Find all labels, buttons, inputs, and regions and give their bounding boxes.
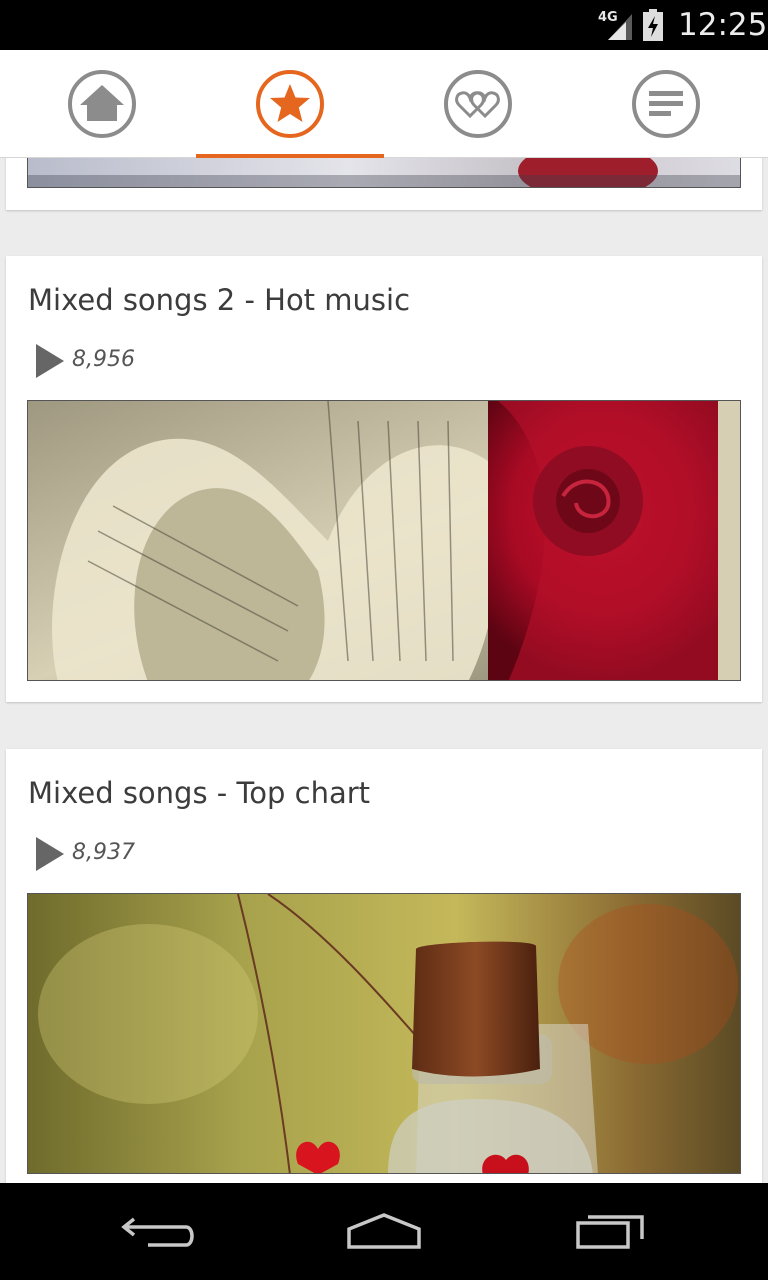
- clock: 12:25: [678, 7, 768, 43]
- playlist-card[interactable]: Mixed songs - Top chart 8,937: [6, 749, 762, 1183]
- play-count: 8,937: [72, 840, 135, 865]
- play-count: 8,956: [72, 347, 135, 372]
- status-bar: 4G 12:25: [0, 0, 768, 50]
- playlist-cover-image: [27, 158, 741, 188]
- star-icon: [256, 70, 324, 138]
- tab-loves[interactable]: [384, 50, 572, 158]
- signal-icon: [608, 14, 632, 40]
- list-icon: [632, 70, 700, 138]
- playlist-title[interactable]: Mixed songs - Top chart: [28, 776, 370, 810]
- play-icon: [36, 344, 64, 378]
- playlist-feed[interactable]: Mixed songs 2 - Hot music 8,956 Mixed so…: [0, 158, 768, 1183]
- home-button[interactable]: [339, 1205, 429, 1255]
- home-outline-icon: [347, 1213, 421, 1249]
- tab-home[interactable]: [8, 50, 196, 158]
- tab-menu[interactable]: [572, 50, 760, 158]
- playlist-card[interactable]: Mixed songs 2 - Hot music 8,956: [6, 256, 762, 702]
- playlist-cover-image[interactable]: [27, 400, 741, 681]
- playlist-cover-image[interactable]: [27, 893, 741, 1174]
- playlist-card-partial[interactable]: [6, 158, 762, 210]
- navigation-bar: [0, 1183, 768, 1280]
- play-icon: [36, 837, 64, 871]
- recents-button[interactable]: [566, 1205, 656, 1255]
- back-button[interactable]: [114, 1205, 204, 1255]
- playlist-title[interactable]: Mixed songs 2 - Hot music: [28, 283, 410, 317]
- tab-favorites[interactable]: [196, 50, 384, 158]
- home-icon: [68, 70, 136, 138]
- hearts-icon: [444, 70, 512, 138]
- tab-bar: [0, 50, 768, 158]
- battery-icon: [643, 9, 663, 41]
- back-icon: [121, 1217, 194, 1247]
- recents-icon: [576, 1215, 644, 1249]
